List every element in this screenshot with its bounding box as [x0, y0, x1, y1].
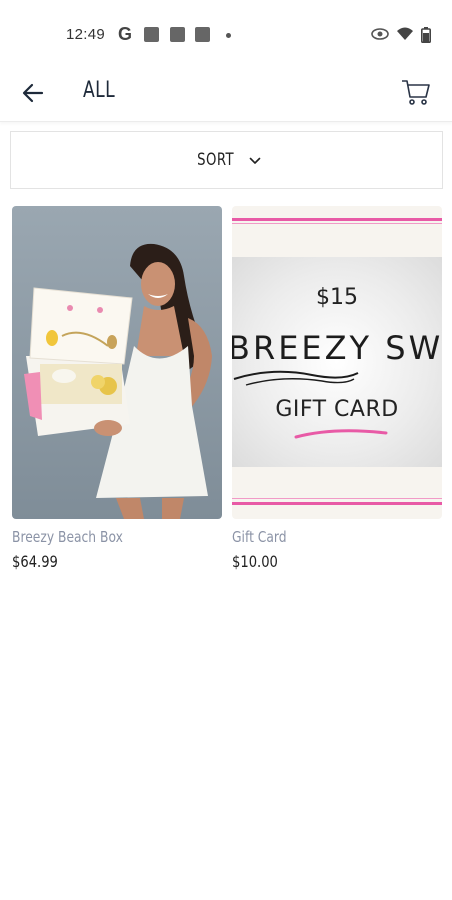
- notification-square-icon: [170, 27, 185, 42]
- sort-button[interactable]: SORT: [10, 131, 443, 189]
- pink-swoosh-icon: [294, 429, 388, 439]
- gift-card-panel: $15 BREEZY SWI GIFT CARD: [232, 257, 442, 467]
- product-card-gift-card[interactable]: $15 BREEZY SWI GIFT CARD Gift Card $10.0…: [232, 206, 442, 571]
- arrow-left-icon: [22, 83, 44, 103]
- product-name[interactable]: Gift Card: [232, 528, 404, 546]
- notification-square-icon: [195, 27, 210, 42]
- pink-stripe: [232, 223, 442, 224]
- cart-button[interactable]: [398, 74, 434, 110]
- gift-card-brand: BREEZY SWI: [232, 329, 442, 367]
- sort-label: SORT: [197, 150, 234, 170]
- status-time: 12:49: [66, 26, 106, 43]
- battery-icon: [421, 27, 431, 43]
- product-card-breezy-beach-box[interactable]: Breezy Beach Box $64.99: [12, 206, 222, 571]
- notification-square-icon: [144, 27, 159, 42]
- gift-card-label: GIFT CARD: [275, 397, 399, 422]
- gift-card-amount: $15: [316, 285, 358, 310]
- product-image[interactable]: $15 BREEZY SWI GIFT CARD: [232, 206, 442, 519]
- pink-stripe: [232, 502, 442, 505]
- google-icon: G: [118, 24, 133, 44]
- cart-icon: [402, 80, 430, 105]
- product-price: $10.00: [232, 552, 278, 571]
- page-title: ALL: [83, 78, 116, 103]
- wave-logo-icon: [233, 370, 359, 386]
- back-button[interactable]: [18, 78, 48, 108]
- product-image[interactable]: [12, 206, 222, 519]
- status-bar: 12:49 G: [0, 0, 452, 70]
- app-bar: ALL: [0, 70, 452, 122]
- woman-holding-gift-box-photo: [12, 206, 222, 519]
- wifi-icon: [397, 27, 413, 40]
- product-price: $64.99: [12, 552, 58, 571]
- product-name[interactable]: Breezy Beach Box: [12, 528, 184, 546]
- chevron-down-icon: [249, 157, 261, 164]
- eye-icon: [371, 28, 389, 40]
- pink-stripe: [232, 498, 442, 499]
- pink-stripe: [232, 218, 442, 221]
- dot-icon: [226, 33, 231, 38]
- gift-card-image: $15 BREEZY SWI GIFT CARD: [232, 206, 442, 519]
